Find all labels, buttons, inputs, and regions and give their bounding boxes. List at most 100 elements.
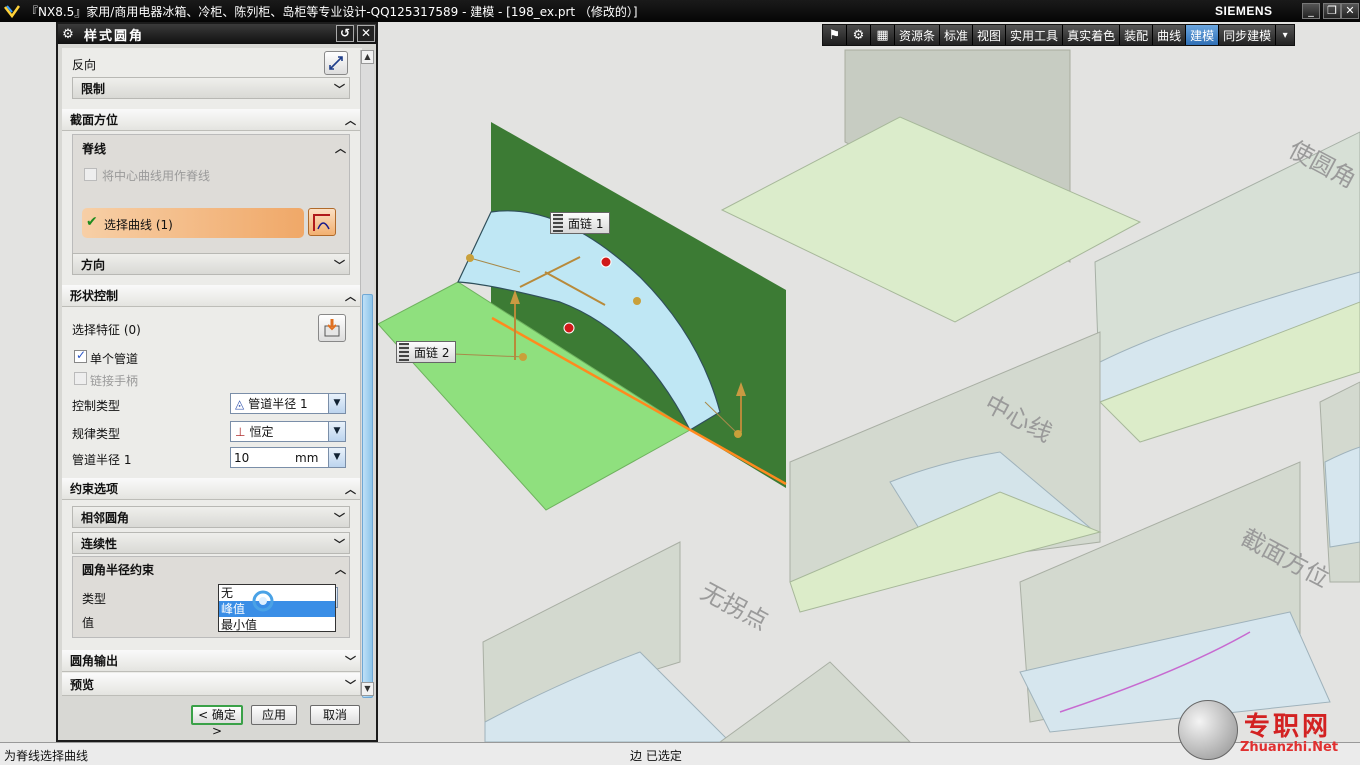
grid-icon[interactable]: ▦: [871, 25, 895, 45]
watermark-cn: 专职网: [1244, 712, 1332, 742]
value-label: 值: [82, 616, 95, 630]
bg-fillet-7: [1324, 446, 1360, 548]
restore-icon[interactable]: ❐: [1323, 3, 1341, 19]
adjacent-fillet-subsection[interactable]: 相邻圆角 ﹀: [72, 506, 350, 528]
window-title: 『NX8.5』家用/商用电器冰箱、冷柜、陈列柜、岛柜等专业设计-QQ125317…: [26, 4, 638, 19]
tube-radius-value[interactable]: 10: [234, 451, 294, 465]
tube-radius-icon: ◬: [235, 396, 245, 411]
status-selection: 边 已选定: [630, 749, 682, 763]
chevron-down-icon[interactable]: ▼: [328, 394, 345, 413]
curve-rule-button[interactable]: [308, 208, 336, 236]
use-center-curve-label: 将中心曲线用作脊线: [102, 169, 211, 183]
curve-select-icon: [313, 214, 330, 231]
chevron-down-icon: ﹀: [334, 538, 345, 551]
limit-label: 限制: [81, 81, 106, 96]
control-type-label: 控制类型: [72, 399, 121, 413]
reset-icon[interactable]: ↺: [336, 25, 354, 42]
constraint-options-label: 约束选项: [70, 482, 119, 496]
shape-control-label: 形状控制: [70, 289, 119, 303]
tube-radius-unit: mm: [295, 450, 319, 465]
resource-toolbar: ⚑ ⚙ ▦ 资源条 标准 视图 实用工具 真实着色 装配 曲线 建模 同步建模 …: [822, 24, 1296, 46]
toolbar-more-icon[interactable]: ▾: [1276, 25, 1295, 45]
fillet-output-header[interactable]: 圆角输出 ﹀: [62, 650, 362, 672]
reverse-label: 反向: [72, 58, 97, 72]
continuity-label: 连续性: [81, 536, 118, 551]
fillet-output-label: 圆角输出: [70, 654, 119, 668]
face-chain-2-tag[interactable]: 面链 2: [396, 341, 457, 363]
red-point-2: [563, 322, 575, 334]
law-type-label: 规律类型: [72, 427, 121, 441]
unit-dropdown-icon[interactable]: ▼: [328, 448, 345, 467]
chevron-up-icon: ︿: [335, 563, 346, 576]
limit-subsection[interactable]: 限制 ﹀: [72, 77, 350, 99]
select-feature-button[interactable]: [318, 314, 346, 342]
tab-curve[interactable]: 曲线: [1153, 25, 1187, 45]
link-handle-checkbox[interactable]: [74, 372, 87, 385]
tab-utility[interactable]: 实用工具: [1006, 25, 1064, 45]
control-type-select[interactable]: ◬ 管道半径 1 ▼: [230, 393, 346, 414]
soccer-ball-logo-icon: [1178, 700, 1238, 760]
radius-constraint-header[interactable]: 圆角半径约束 ︿: [74, 558, 350, 580]
adjacent-fillet-label: 相邻圆角: [81, 510, 130, 525]
tab-true-shading[interactable]: 真实着色: [1063, 25, 1121, 45]
dialog-settings-icon[interactable]: ⚙: [58, 27, 78, 42]
section-orientation-header[interactable]: 截面方位 ︿: [62, 109, 362, 131]
chevron-up-icon: ︿: [335, 142, 346, 155]
type-label: 类型: [82, 592, 107, 606]
minimize-icon[interactable]: _: [1302, 3, 1320, 19]
siemens-brand: SIEMENS: [1215, 4, 1273, 18]
chevron-down-icon: ﹀: [345, 655, 356, 668]
preview-label: 预览: [70, 678, 95, 692]
tab-sync-modeling[interactable]: 同步建模: [1219, 25, 1277, 45]
preview-header[interactable]: 预览 ﹀: [62, 674, 362, 696]
dialog-header: ⚙ 样式圆角 ↺ ✕: [58, 24, 376, 44]
dialog-scrollbar[interactable]: ▲ ▼: [360, 50, 374, 698]
continuity-subsection[interactable]: 连续性 ﹀: [72, 532, 350, 554]
direction-subsection[interactable]: 方向 ﹀: [72, 253, 350, 275]
cancel-button[interactable]: 取消: [310, 705, 360, 725]
dialog-close-icon[interactable]: ✕: [357, 25, 375, 42]
spine-label: 脊线: [82, 141, 107, 156]
option-none[interactable]: 无: [219, 585, 335, 601]
busy-cursor-icon: [252, 590, 274, 612]
spine-header[interactable]: 脊线 ︿: [74, 137, 350, 159]
tab-view[interactable]: 视图: [973, 25, 1007, 45]
shape-control-header[interactable]: 形状控制 ︿: [62, 285, 362, 307]
tube-radius-input[interactable]: 10 mm ▼: [230, 447, 346, 468]
tab-modeling[interactable]: 建模: [1186, 25, 1220, 45]
styled-blend-dialog: ⚙ 样式圆角 ↺ ✕ 反向 限制 ﹀ 截面方位 ︿ 脊线 ︿ 将中心曲线用作脊线 ✔ …: [56, 22, 378, 742]
apply-button[interactable]: 应用: [251, 705, 297, 725]
tab-assembly[interactable]: 装配: [1120, 25, 1154, 45]
single-tube-checkbox[interactable]: [74, 348, 87, 363]
scroll-thumb[interactable]: [362, 294, 373, 698]
face-chain-1-tag[interactable]: 面链 1: [550, 212, 611, 234]
watermark: 专职网 Zhuanzhi.Net: [1178, 700, 1360, 762]
tab-resource-bar[interactable]: 资源条: [895, 25, 941, 45]
title-bar: 『NX8.5』家用/商用电器冰箱、冷柜、陈列柜、岛柜等专业设计-QQ125317…: [0, 0, 1360, 22]
face-chain-1-label: 面链 1: [568, 216, 604, 231]
chevron-down-icon[interactable]: ▼: [328, 422, 345, 441]
scroll-down-icon[interactable]: ▼: [361, 682, 374, 696]
handle-point-1: [466, 254, 474, 262]
option-minimum[interactable]: 最小值: [219, 617, 335, 633]
chevron-up-icon: ︿: [345, 114, 356, 127]
use-center-curve-checkbox[interactable]: [84, 168, 97, 181]
nx-toolbar-icon[interactable]: ⚑: [823, 25, 847, 45]
dialog-title: 样式圆角: [84, 28, 145, 44]
close-window-icon[interactable]: ✕: [1341, 3, 1359, 19]
nx-logo-icon: [4, 5, 20, 19]
reverse-direction-button[interactable]: [324, 51, 348, 75]
ok-button[interactable]: < 确定 >: [191, 705, 243, 738]
law-type-value: 恒定: [249, 425, 274, 439]
gear-icon[interactable]: ⚙: [847, 25, 871, 45]
section-orientation-label: 截面方位: [70, 113, 119, 127]
handle-point-3: [633, 297, 641, 305]
chevron-down-icon: ﹀: [334, 83, 345, 96]
constraint-type-dropdown: 无 峰值 最小值: [218, 584, 336, 632]
single-tube-label: 单个管道: [90, 352, 139, 366]
constraint-options-header[interactable]: 约束选项 ︿: [62, 478, 362, 500]
law-type-select[interactable]: ⊥ 恒定 ▼: [230, 421, 346, 442]
option-peak[interactable]: 峰值: [219, 601, 335, 617]
scroll-up-icon[interactable]: ▲: [361, 50, 374, 64]
tab-standard[interactable]: 标准: [940, 25, 974, 45]
